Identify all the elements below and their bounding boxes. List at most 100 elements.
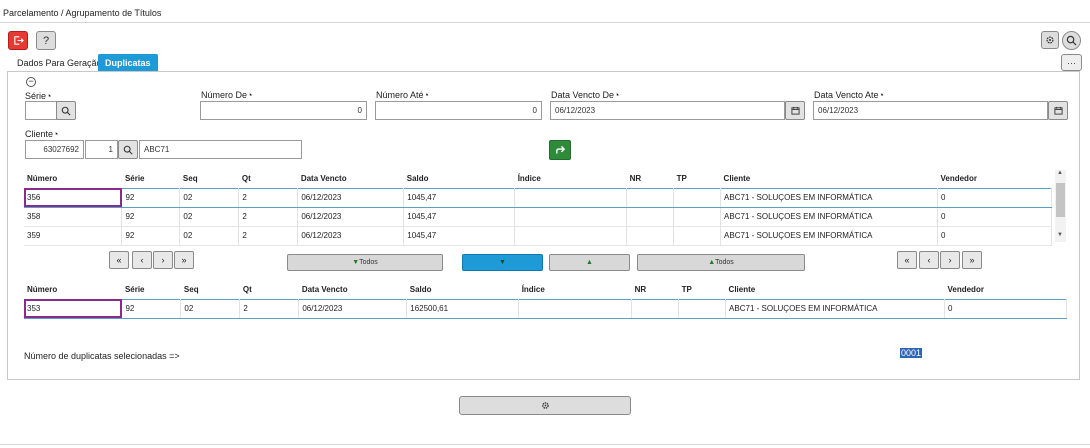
table-row[interactable]: 359 92 02 2 06/12/2023 1045,47 ABC71 - S…: [24, 226, 1053, 246]
table-cell[interactable]: 92: [121, 298, 182, 319]
column-header[interactable]: Data Vencto: [299, 280, 407, 299]
table-cell[interactable]: 2: [239, 298, 300, 319]
scroll-down-icon[interactable]: ▼: [1057, 232, 1063, 238]
first-page-button-2[interactable]: «: [897, 251, 917, 269]
table-cell[interactable]: [626, 187, 675, 208]
table-cell[interactable]: [626, 207, 675, 227]
serie-input[interactable]: [25, 101, 57, 120]
column-header[interactable]: Número: [24, 280, 122, 299]
table-cell[interactable]: [514, 226, 628, 246]
column-header[interactable]: NR: [627, 169, 674, 188]
column-header[interactable]: Saldo: [404, 169, 515, 188]
first-page-button[interactable]: «: [109, 251, 129, 269]
column-header[interactable]: Seq: [181, 280, 240, 299]
table-cell[interactable]: 92: [121, 207, 181, 227]
add-all-button[interactable]: ▼ Todos: [287, 254, 443, 271]
table-cell[interactable]: 358: [24, 207, 123, 227]
column-header[interactable]: Qt: [240, 280, 299, 299]
column-header[interactable]: Índice: [515, 169, 627, 188]
column-header[interactable]: Qt: [239, 169, 298, 188]
table-cell[interactable]: 92: [121, 226, 181, 246]
tab-dados-para-geracao[interactable]: Dados Para Geração: [10, 54, 109, 71]
table-cell[interactable]: [514, 207, 628, 227]
settings-button[interactable]: [1041, 31, 1059, 49]
table-row[interactable]: 358 92 02 2 06/12/2023 1045,47 ABC71 - S…: [24, 207, 1053, 227]
table-cell[interactable]: ABC71 - SOLUÇOES EM INFORMÁTICA: [720, 207, 938, 227]
remove-selected-button[interactable]: ▲: [549, 254, 630, 271]
table-cell[interactable]: ABC71 - SOLUÇOES EM INFORMÁTICA: [725, 298, 945, 319]
scroll-up-icon[interactable]: ▲: [1057, 170, 1063, 176]
numero-de-input[interactable]: 0: [200, 101, 367, 120]
table-cell[interactable]: 2: [238, 187, 299, 208]
more-options-button[interactable]: ···: [1061, 54, 1082, 71]
table-cell[interactable]: ABC71 - SOLUÇOES EM INFORMÁTICA: [720, 226, 938, 246]
prev-page-button-2[interactable]: ‹: [919, 251, 939, 269]
serie-search-button[interactable]: [56, 101, 76, 120]
table-cell[interactable]: 0: [944, 298, 1068, 319]
table-cell[interactable]: 0: [937, 226, 1053, 246]
table-cell[interactable]: 06/12/2023: [298, 298, 408, 319]
next-page-button[interactable]: ›: [153, 251, 173, 269]
table-cell[interactable]: 1045,47: [403, 207, 516, 227]
data-vencto-ate-input[interactable]: 06/12/2023: [813, 101, 1048, 120]
column-header[interactable]: Vendedor: [944, 280, 1066, 299]
last-page-button[interactable]: »: [174, 251, 194, 269]
collapse-icon[interactable]: −: [26, 77, 36, 87]
table-cell[interactable]: 162500,61: [406, 298, 520, 319]
table-cell[interactable]: 02: [179, 207, 240, 227]
last-page-button-2[interactable]: »: [962, 251, 982, 269]
table-cell[interactable]: 1045,47: [403, 226, 516, 246]
add-selected-button[interactable]: ▼: [462, 254, 543, 271]
data-vencto-ate-calendar-button[interactable]: [1048, 101, 1068, 120]
table-cell[interactable]: [626, 226, 675, 246]
apply-filter-button[interactable]: [549, 140, 571, 160]
table-cell[interactable]: 0: [937, 187, 1053, 208]
data-vencto-de-input[interactable]: 06/12/2023: [550, 101, 785, 120]
cliente-seq-input[interactable]: 1: [85, 140, 118, 159]
column-header[interactable]: Cliente: [721, 169, 938, 188]
table-cell[interactable]: 02: [179, 187, 240, 208]
cliente-code-input[interactable]: 63027692: [25, 140, 84, 159]
column-header[interactable]: Número: [24, 169, 122, 188]
search-button[interactable]: [1062, 31, 1081, 50]
column-header[interactable]: Data Vencto: [298, 169, 404, 188]
help-button[interactable]: ?: [36, 31, 56, 50]
scrollbar-thumb[interactable]: [1056, 183, 1065, 217]
table-cell[interactable]: 1045,47: [403, 187, 516, 208]
cliente-name-input[interactable]: ABC71: [139, 140, 302, 159]
column-header[interactable]: Vendedor: [937, 169, 1051, 188]
data-vencto-de-calendar-button[interactable]: [785, 101, 805, 120]
column-header[interactable]: TP: [674, 169, 721, 188]
table-cell[interactable]: 06/12/2023: [297, 207, 405, 227]
column-header[interactable]: Saldo: [407, 280, 519, 299]
column-header[interactable]: NR: [632, 280, 679, 299]
cliente-search-button[interactable]: [118, 140, 138, 159]
table-cell[interactable]: 359: [24, 226, 123, 246]
prev-page-button[interactable]: ‹: [132, 251, 152, 269]
column-header[interactable]: Seq: [180, 169, 239, 188]
table-cell[interactable]: 2: [238, 207, 299, 227]
table-cell[interactable]: [673, 226, 722, 246]
table-cell[interactable]: ABC71 - SOLUÇOES EM INFORMÁTICA: [720, 187, 938, 208]
table-cell[interactable]: [678, 298, 727, 319]
process-button[interactable]: [459, 396, 631, 415]
numero-ate-input[interactable]: 0: [375, 101, 542, 120]
table-cell[interactable]: [514, 187, 628, 208]
table-cell[interactable]: [631, 298, 680, 319]
table-cell[interactable]: 0: [937, 207, 1053, 227]
table-cell[interactable]: 02: [180, 298, 241, 319]
table-cell[interactable]: 02: [179, 226, 240, 246]
table-cell[interactable]: 06/12/2023: [297, 226, 405, 246]
table-cell[interactable]: [518, 298, 633, 319]
table-cell[interactable]: 353: [24, 298, 123, 319]
column-header[interactable]: Série: [122, 169, 180, 188]
table-cell[interactable]: 2: [238, 226, 299, 246]
column-header[interactable]: Índice: [519, 280, 632, 299]
tab-duplicatas[interactable]: Duplicatas: [98, 54, 158, 71]
column-header[interactable]: TP: [679, 280, 726, 299]
next-page-button-2[interactable]: ›: [940, 251, 960, 269]
table-cell[interactable]: [673, 207, 722, 227]
remove-all-button[interactable]: ▲ Todos: [637, 254, 805, 271]
column-header[interactable]: Série: [122, 280, 181, 299]
table-cell[interactable]: [673, 187, 722, 208]
